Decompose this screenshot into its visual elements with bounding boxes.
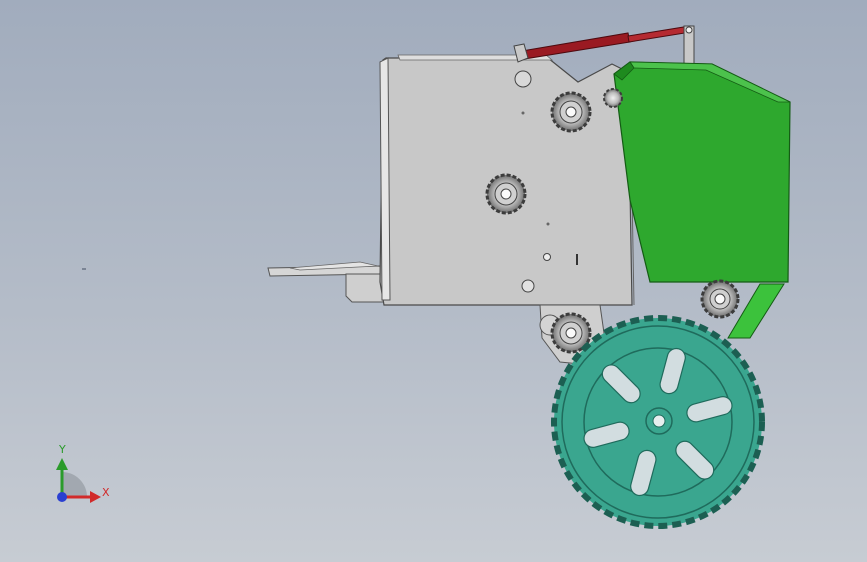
sprocket-top[interactable]	[550, 91, 592, 133]
x-axis-arrowhead	[90, 491, 101, 503]
x-axis-label: X	[102, 486, 110, 499]
sprocket-top-right[interactable]	[603, 88, 623, 108]
y-axis-arrowhead	[56, 458, 68, 470]
speck	[82, 268, 86, 270]
z-axis-dot	[57, 492, 67, 502]
sprocket-hood[interactable]	[700, 279, 740, 319]
wheel[interactable]	[551, 315, 765, 529]
sprocket-middle[interactable]	[485, 173, 527, 215]
baler-model[interactable]	[0, 0, 867, 562]
y-axis-label: Y	[59, 443, 66, 456]
axis-triad	[56, 458, 101, 503]
3d-viewport[interactable]: Y X	[0, 0, 867, 562]
triad-quadrant	[62, 472, 87, 497]
tailgate-hood[interactable]	[613, 61, 791, 339]
tongue[interactable]	[267, 261, 385, 303]
